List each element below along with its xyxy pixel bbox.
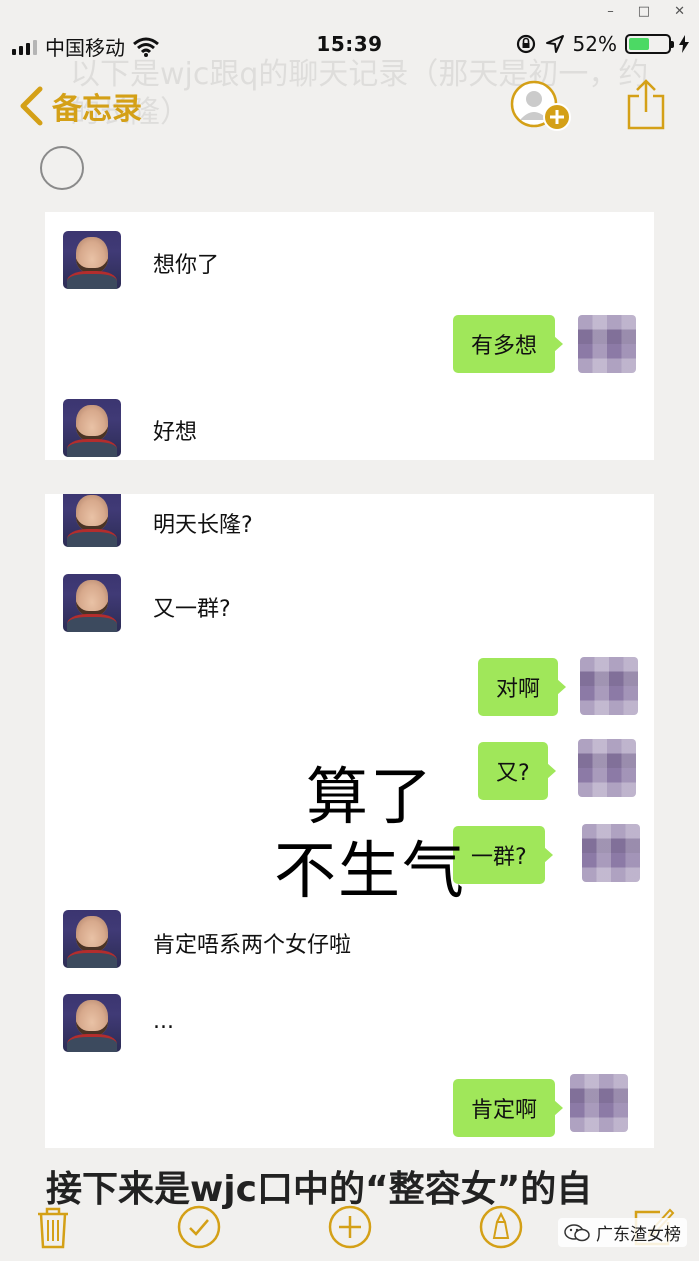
watermark-text: 广东渣女榜 <box>596 1225 681 1245</box>
watermark: 广东渣女榜 <box>558 1218 687 1247</box>
message-text: 好想 <box>153 420 198 445</box>
overlay-caption: 算了 不生气 <box>250 760 490 908</box>
message-bubble: 对啊 <box>478 658 567 716</box>
maximize-button[interactable]: □ <box>638 4 650 19</box>
trash-icon[interactable] <box>30 1204 76 1250</box>
message-text: ... <box>153 1009 174 1034</box>
add-icon[interactable] <box>327 1204 373 1250</box>
avatar <box>63 231 121 289</box>
overlay-line-2: 不生气 <box>273 834 466 907</box>
chat-screenshot-1: 想你了 有多想 好想 <box>45 212 654 460</box>
checkbox-circle[interactable] <box>40 146 84 190</box>
chevron-left-icon <box>20 86 43 126</box>
battery-icon <box>625 34 674 54</box>
avatar <box>63 399 121 457</box>
avatar <box>578 739 636 797</box>
minimize-button[interactable]: – <box>607 4 614 19</box>
message-text: 又一群? <box>153 597 231 622</box>
avatar <box>63 994 121 1052</box>
message-bubble: 有多想 <box>453 315 564 373</box>
message-text: 明天长隆? <box>153 513 253 538</box>
overlay-line-1: 算了 <box>305 760 434 833</box>
avatar <box>580 657 638 715</box>
wechat-logo-icon <box>564 1223 590 1241</box>
back-label: 备忘录 <box>52 92 142 127</box>
orientation-lock-icon <box>516 34 535 54</box>
back-button[interactable]: 备忘录 <box>18 84 142 128</box>
avatar <box>582 824 640 882</box>
battery-percent: 52% <box>572 32 617 56</box>
add-people-icon[interactable] <box>510 80 572 134</box>
share-icon[interactable] <box>626 78 666 130</box>
avatar <box>63 574 121 632</box>
charging-bolt-icon <box>679 35 689 53</box>
window-controls: – □ ✕ <box>607 4 685 19</box>
location-arrow-icon <box>545 35 564 53</box>
avatar <box>63 494 121 547</box>
markup-pen-icon[interactable] <box>478 1204 524 1250</box>
avatar <box>570 1074 628 1132</box>
message-text: 想你了 <box>153 253 220 278</box>
message-text: 肯定唔系两个女仔啦 <box>153 933 352 958</box>
close-button[interactable]: ✕ <box>674 4 685 19</box>
message-bubble: 肯定啊 <box>453 1079 564 1137</box>
nav-bar: 备忘录 <box>0 70 699 140</box>
checklist-icon[interactable] <box>176 1204 222 1250</box>
avatar <box>578 315 636 373</box>
avatar <box>63 910 121 968</box>
